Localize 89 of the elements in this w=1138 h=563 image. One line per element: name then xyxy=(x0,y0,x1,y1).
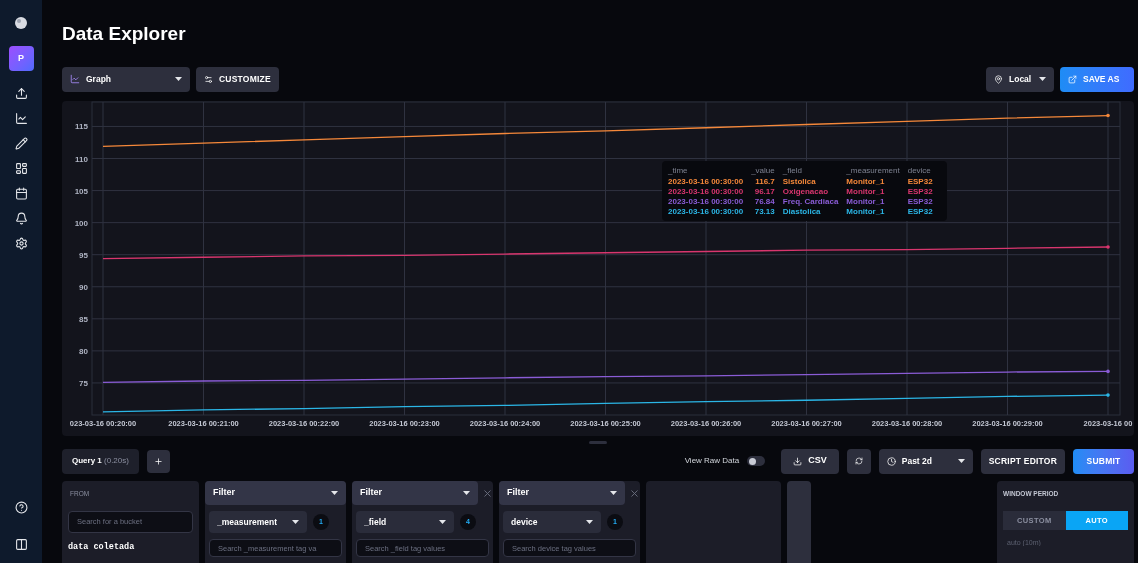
tooltip-column-header: _measurement xyxy=(846,165,908,177)
tooltip-cell-text: ESP32 xyxy=(907,207,934,217)
caret-icon xyxy=(439,520,446,524)
tooltip-cell-text: 2023-03-16 00:30:00 xyxy=(668,177,745,187)
filter-function-dropdown[interactable]: Filter xyxy=(352,481,478,505)
bucket-item[interactable]: data coletada xyxy=(68,540,193,554)
tooltip-cell: Monitor_1 xyxy=(846,207,908,217)
calendar-icon[interactable] xyxy=(14,187,28,200)
close-icon[interactable] xyxy=(482,487,493,499)
y-tick-label: 85 xyxy=(79,314,88,324)
tooltip-cell: 96.17 xyxy=(751,187,783,197)
y-tick-label: 105 xyxy=(74,186,88,196)
tooltip-cell: 73.13 xyxy=(751,207,783,217)
y-tick-label: 100 xyxy=(74,218,88,228)
tooltip-cell-text: 2023-03-16 00:30:00 xyxy=(668,187,745,197)
time-range-dropdown[interactable]: Past 2d xyxy=(878,448,973,474)
timezone-dropdown[interactable]: Local xyxy=(986,66,1054,92)
tooltip-column-header: _value xyxy=(751,165,783,177)
caret-icon xyxy=(331,491,338,495)
tooltip-cell: Freq. Cardiaca xyxy=(782,197,847,207)
tooltip-cell-text: 2023-03-16 00:30:00 xyxy=(668,207,745,217)
tooltip-column-header: device xyxy=(907,165,932,177)
add-query-button[interactable] xyxy=(146,449,170,473)
refresh-button[interactable] xyxy=(846,448,871,474)
caret-icon xyxy=(957,459,965,463)
tooltip-cell: Monitor_1 xyxy=(846,177,908,187)
data-point xyxy=(1106,393,1110,397)
tooltip-cell-text: ESP32 xyxy=(907,197,934,207)
chart-icon[interactable] xyxy=(14,112,28,125)
view-raw-data-label: View Raw Data xyxy=(684,455,740,467)
y-tick-label: 80 xyxy=(79,346,88,356)
caret-icon xyxy=(175,77,182,81)
y-tick-label: 95 xyxy=(79,250,88,260)
tooltip-cell: Monitor_1 xyxy=(846,197,908,207)
caret-icon xyxy=(463,491,470,495)
view-type-dropdown[interactable]: Graph xyxy=(62,66,190,92)
tooltip-cell: Oxigenacao xyxy=(782,187,847,197)
y-tick-label: 90 xyxy=(79,282,88,292)
tag-key-dropdown[interactable]: device xyxy=(503,511,601,533)
resize-handle[interactable] xyxy=(589,440,607,444)
tooltip-cell-text: 2023-03-16 00:30:00 xyxy=(668,197,745,207)
tooltip-cell: 76.84 xyxy=(751,197,783,207)
csv-button[interactable]: CSV xyxy=(781,448,839,474)
panel-icon[interactable] xyxy=(14,538,28,551)
tooltip-cell: Diastolica xyxy=(782,207,847,217)
download-icon xyxy=(793,456,803,466)
filter-function-dropdown[interactable]: Filter xyxy=(205,481,346,505)
tag-key-dropdown[interactable]: _measurement xyxy=(209,511,307,533)
caret-icon xyxy=(610,491,617,495)
data-point xyxy=(1106,245,1110,249)
caret-icon xyxy=(292,520,299,524)
settings-icon[interactable] xyxy=(14,237,28,250)
tooltip-cell-text: ESP32 xyxy=(907,177,934,187)
upload-icon[interactable] xyxy=(14,87,28,100)
tooltip-cell: Sistolica xyxy=(782,177,847,187)
filter-function-dropdown[interactable]: Filter xyxy=(499,481,625,505)
refresh-icon xyxy=(854,457,863,465)
caret-icon xyxy=(586,520,593,524)
tooltip-column-header: _field xyxy=(782,165,847,177)
customize-button[interactable]: CUSTOMIZE xyxy=(196,66,279,92)
query-tab[interactable]: Query 1 (0.20s) xyxy=(62,448,139,474)
y-tick-label: 75 xyxy=(79,378,88,388)
dashboard-icon[interactable] xyxy=(14,162,28,175)
tooltip-cell: 116.7 xyxy=(751,177,783,187)
external-link-icon xyxy=(1068,74,1077,84)
clock-icon xyxy=(886,456,896,466)
graph-icon xyxy=(70,74,80,84)
plus-icon xyxy=(153,456,163,466)
y-tick-label: 115 xyxy=(75,122,88,132)
submit-button[interactable]: SUBMIT xyxy=(1073,448,1134,474)
profile-avatar[interactable]: P xyxy=(8,46,34,71)
bell-icon[interactable] xyxy=(14,212,28,225)
pencil-icon[interactable] xyxy=(14,137,28,150)
y-tick-label: 110 xyxy=(75,154,88,164)
tooltip-cell-text: ESP32 xyxy=(907,187,934,197)
caret-icon xyxy=(1039,77,1046,81)
logo-icon[interactable] xyxy=(14,16,28,30)
page-title: Data Explorer xyxy=(62,24,187,43)
data-point xyxy=(1106,113,1110,118)
view-raw-data-toggle[interactable] xyxy=(747,456,766,466)
tooltip-column-header: _time xyxy=(668,165,752,177)
pin-icon xyxy=(994,74,1003,84)
tag-key-dropdown[interactable]: _field xyxy=(356,511,454,533)
tooltip-cell: Monitor_1 xyxy=(846,187,908,197)
data-point xyxy=(1106,369,1110,374)
close-icon[interactable] xyxy=(629,487,640,499)
script-editor-button[interactable]: SCRIPT EDITOR xyxy=(980,448,1065,474)
save-as-button[interactable]: SAVE AS xyxy=(1060,66,1134,92)
help-icon[interactable] xyxy=(14,501,28,514)
